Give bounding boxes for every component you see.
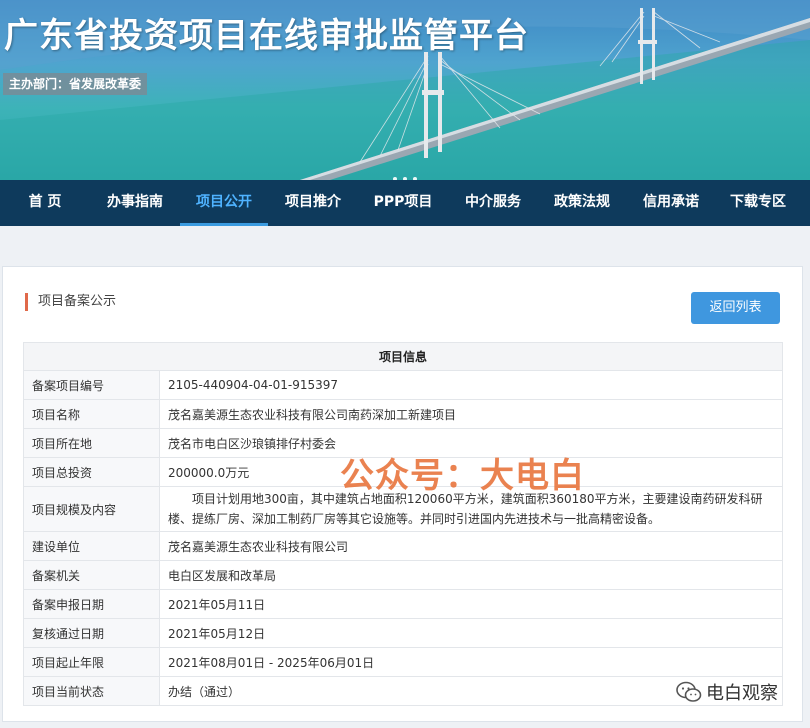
wechat-icon	[676, 681, 702, 702]
table-row: 复核通过日期 2021年05月12日	[23, 618, 783, 648]
row-label: 备案申报日期	[23, 589, 160, 619]
row-value: 2105-440904-04-01-915397	[159, 370, 783, 400]
header-banner: 广东省投资项目在线审批监管平台 主办部门：省发展改革委	[0, 0, 810, 180]
watermark-text: 公众号：大电白	[340, 456, 585, 496]
row-value: 2021年05月12日	[159, 618, 783, 648]
row-label: 项目名称	[23, 399, 160, 429]
row-value: 2021年05月11日	[159, 589, 783, 619]
row-label: 项目规模及内容	[23, 486, 160, 532]
row-label: 项目起止年限	[23, 647, 160, 677]
table-row: 建设单位 茂名嘉美源生态农业科技有限公司	[23, 531, 783, 561]
row-label: 备案项目编号	[23, 370, 160, 400]
row-label: 项目所在地	[23, 428, 160, 458]
table-row: 备案项目编号 2105-440904-04-01-915397	[23, 370, 783, 400]
nav-item-project-promotion[interactable]: 项目推介	[268, 180, 358, 226]
row-value: 电白区发展和改革局	[159, 560, 783, 590]
wechat-account-mark: 电白观察	[676, 679, 778, 705]
back-to-list-button[interactable]: 返回列表	[691, 292, 780, 324]
nav-item-guide[interactable]: 办事指南	[90, 180, 180, 226]
wechat-account-name: 电白观察	[706, 683, 778, 704]
nav-item-project-disclosure[interactable]: 项目公开	[180, 180, 268, 226]
table-row: 项目当前状态 办结（通过）	[23, 676, 783, 706]
table-row: 备案机关 电白区发展和改革局	[23, 560, 783, 590]
row-value: 茂名嘉美源生态农业科技有限公司南药深加工新建项目	[159, 399, 783, 429]
row-label: 项目当前状态	[23, 676, 160, 706]
nav-item-download[interactable]: 下载专区	[716, 180, 800, 226]
sponsor-label: 主办部门：省发展改革委	[3, 73, 148, 95]
nav-item-credit[interactable]: 信用承诺	[626, 180, 716, 226]
nav-item-home[interactable]: 首 页	[0, 180, 90, 226]
row-label: 复核通过日期	[23, 618, 160, 648]
row-value: 茂名嘉美源生态农业科技有限公司	[159, 531, 783, 561]
site-title: 广东省投资项目在线审批监管平台	[4, 16, 529, 56]
main-nav: 首 页 办事指南 项目公开 项目推介 PPP项目 中介服务 政策法规 信用承诺 …	[0, 180, 810, 226]
row-label: 备案机关	[23, 560, 160, 590]
row-label: 建设单位	[23, 531, 160, 561]
table-row: 项目名称 茂名嘉美源生态农业科技有限公司南药深加工新建项目	[23, 399, 783, 429]
row-value: 2021年08月01日 - 2025年06月01日	[159, 647, 783, 677]
nav-item-policy[interactable]: 政策法规	[538, 180, 626, 226]
table-header: 项目信息	[23, 342, 783, 371]
panel-title: 项目备案公示	[25, 293, 116, 311]
table-row: 备案申报日期 2021年05月11日	[23, 589, 783, 619]
table-row: 项目起止年限 2021年08月01日 - 2025年06月01日	[23, 647, 783, 677]
project-info-table: 项目信息 备案项目编号 2105-440904-04-01-915397 项目名…	[23, 342, 783, 706]
row-label: 项目总投资	[23, 457, 160, 487]
nav-item-ppp[interactable]: PPP项目	[358, 180, 448, 226]
nav-item-agency-service[interactable]: 中介服务	[448, 180, 538, 226]
